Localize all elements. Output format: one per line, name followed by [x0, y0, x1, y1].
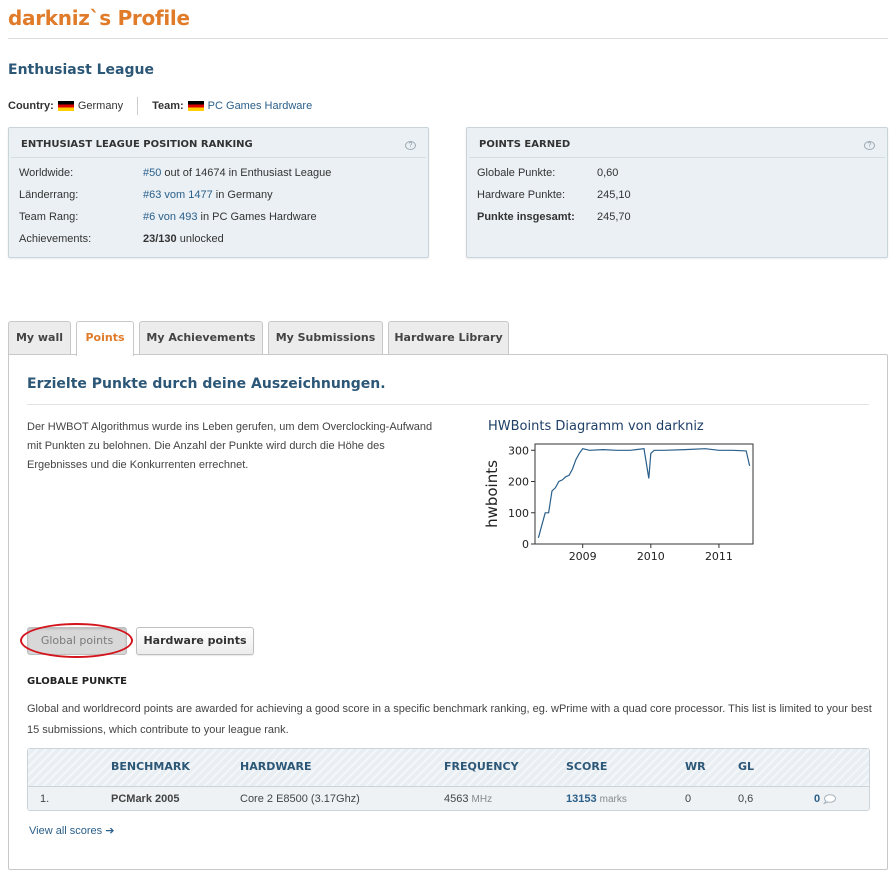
achievements-count: 23/130 — [143, 233, 177, 245]
section-divider — [27, 404, 869, 405]
header-frequency[interactable]: FREQUENCY — [444, 760, 519, 773]
hardware-points-button[interactable]: Hardware points — [136, 627, 254, 655]
scores-table: BENCHMARK HARDWARE FREQUENCY SCORE WR GL… — [27, 748, 870, 811]
comments-cell[interactable]: 0 — [814, 793, 837, 805]
ranking-panel-title: ENTHUSIAST LEAGUE POSITION RANKING — [11, 128, 426, 158]
team-rank-link[interactable]: #6 von 493 — [143, 211, 197, 223]
score-cell: 13153 marks — [566, 793, 627, 805]
team-link[interactable]: PC Games Hardware — [208, 100, 313, 112]
score-unit: marks — [599, 794, 627, 805]
ranking-value: #50 out of 14674 in Enthusiast League — [143, 167, 331, 179]
hwboints-chart: HWBoints Diagramm von darkniz 0 100 200 300 2… — [483, 419, 754, 563]
comment-bubble-icon[interactable] — [822, 794, 837, 805]
section-intro-text: Der HWBOT Algorithmus wurde ins Leben ge… — [27, 421, 433, 471]
frequency-value: 4563 — [444, 793, 469, 805]
benchmark-link[interactable]: PCMark 2005 — [111, 793, 180, 805]
chart-title: HWBoints Diagramm von darkniz — [488, 419, 704, 434]
row-rank: 1. — [40, 793, 50, 805]
view-all-scores-link[interactable]: View all scores ➔ — [29, 824, 114, 837]
x-tick-label: 2010 — [637, 550, 665, 563]
y-tick-label: 200 — [508, 476, 529, 489]
comments-count[interactable]: 0 — [814, 793, 820, 805]
wr-cell: 0 — [685, 793, 692, 805]
ranking-value: #63 vom 1477 in Germany — [143, 189, 273, 201]
points-label: Globale Punkte: — [477, 167, 556, 179]
info-separator — [137, 97, 139, 115]
points-label: Hardware Punkte: — [477, 189, 566, 201]
y-tick-label: 0 — [522, 538, 529, 551]
tab-my-achievements[interactable]: My Achievements — [139, 321, 263, 354]
country-rank-text: in Germany — [212, 189, 273, 201]
title-divider — [8, 38, 888, 39]
global-points-description: Global and worldrecord points are awarde… — [27, 703, 872, 736]
profile-info-line: Country: Germany Team: PC Games Hardware — [8, 97, 312, 115]
country-rank-link[interactable]: #63 vom 1477 — [143, 189, 213, 201]
tab-points[interactable]: Points — [76, 321, 134, 356]
header-wr[interactable]: WR — [685, 760, 706, 773]
country-label: Country: — [8, 100, 54, 112]
global-points-heading: GLOBALE PUNKTE — [27, 676, 127, 687]
ranking-label: Länderrang: — [19, 189, 79, 201]
header-hardware[interactable]: HARDWARE — [240, 760, 311, 773]
frequency-unit: MHz — [471, 794, 493, 805]
highlight-circle-annotation — [20, 623, 133, 658]
team-label: Team: — [152, 100, 184, 112]
points-panel-title: POINTS EARNED — [469, 128, 885, 158]
achievements-value: 23/130 unlocked — [143, 233, 224, 245]
points-value: 0,60 — [597, 167, 619, 179]
gl-cell: 0,6 — [738, 793, 754, 805]
table-row: 1. PCMark 2005 Core 2 E8500 (3.17Ghz) 45… — [28, 787, 869, 810]
y-tick-label: 300 — [508, 444, 529, 457]
header-score[interactable]: SCORE — [566, 760, 607, 773]
points-panel: POINTS EARNED ? Globale Punkte: 0,60 Har… — [466, 127, 888, 258]
worldwide-rank-text: out of 14674 in Enthusiast League — [161, 167, 332, 179]
y-tick-label: 100 — [508, 507, 529, 520]
team-rank-text: in PC Games Hardware — [197, 211, 317, 223]
hardware-cell: Core 2 E8500 (3.17Ghz) — [240, 793, 360, 805]
x-tick-label: 2011 — [705, 550, 733, 563]
tab-my-submissions[interactable]: My Submissions — [268, 321, 383, 354]
help-icon[interactable]: ? — [864, 141, 875, 150]
frequency-cell: 4563 MHz — [444, 793, 492, 805]
ranking-label: Worldwide: — [19, 167, 74, 179]
worldwide-rank-link[interactable]: #50 — [143, 167, 161, 179]
section-title: Erzielte Punkte durch deine Auszeichnung… — [27, 376, 386, 392]
profile-title: darkniz`s Profile — [8, 6, 190, 30]
y-axis-label: hwboints — [483, 460, 501, 528]
tab-hardware-library[interactable]: Hardware Library — [388, 321, 509, 354]
league-title: Enthusiast League — [8, 62, 154, 78]
header-gl[interactable]: GL — [738, 760, 754, 773]
table-header: BENCHMARK HARDWARE FREQUENCY SCORE WR GL — [28, 749, 869, 787]
tab-my-wall[interactable]: My wall — [8, 321, 71, 354]
points-total-value: 245,70 — [597, 211, 631, 223]
team-flag-icon — [187, 101, 204, 111]
germany-flag-icon — [57, 101, 74, 111]
ranking-label: Achievements: — [19, 233, 92, 245]
ranking-panel: ENTHUSIAST LEAGUE POSITION RANKING ? Wor… — [8, 127, 429, 258]
score-link[interactable]: 13153 — [566, 793, 597, 805]
ranking-value: #6 von 493 in PC Games Hardware — [143, 211, 317, 223]
country-value: Germany — [77, 100, 124, 112]
points-value: 245,10 — [597, 189, 631, 201]
header-benchmark[interactable]: BENCHMARK — [111, 760, 190, 773]
ranking-label: Team Rang: — [19, 211, 79, 223]
achievements-text: unlocked — [176, 233, 224, 245]
help-icon[interactable]: ? — [405, 141, 416, 150]
x-tick-label: 2009 — [569, 550, 597, 563]
chart-plot-area — [534, 443, 754, 545]
points-total-label: Punkte insgesamt: — [477, 211, 575, 223]
